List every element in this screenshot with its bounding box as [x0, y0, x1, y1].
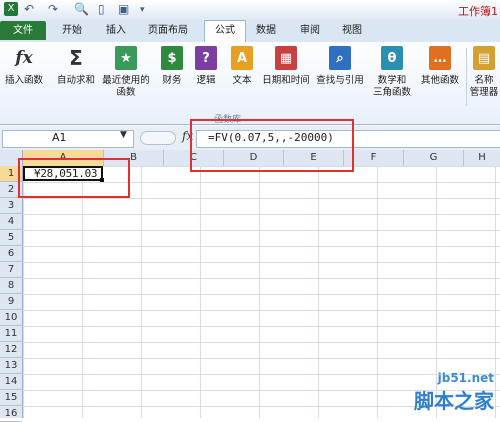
row-header-15[interactable]: 15	[0, 390, 22, 406]
lookup-reference-button[interactable]: ⌕ 查找与引用	[312, 46, 368, 87]
recently-used-button[interactable]: ★ 最近使用的 函数	[100, 46, 152, 99]
highlight-box-cell	[18, 158, 130, 198]
date-time-label: 日期和时间	[262, 75, 310, 86]
math-trig-label: 数学和	[377, 75, 407, 86]
excel-app-icon[interactable]: X	[4, 2, 18, 16]
tab-formulas[interactable]: 公式	[204, 20, 246, 42]
chevron-down-icon[interactable]: ▼	[120, 130, 127, 140]
row-header-7[interactable]: 7	[0, 262, 22, 278]
star-book-icon: ★	[115, 46, 137, 70]
save-icon[interactable]: ▣	[118, 2, 129, 16]
column-header-g[interactable]: G	[404, 150, 464, 166]
autosum-label: 自动求和	[56, 75, 95, 86]
ribbon-separator	[466, 48, 467, 106]
financial-label: 财务	[162, 75, 182, 86]
print-preview-icon[interactable]: 🔍	[74, 2, 89, 16]
fx-icon: fx	[15, 48, 33, 68]
row-header-14[interactable]: 14	[0, 374, 22, 390]
text-button[interactable]: A 文本	[226, 46, 258, 87]
row-header-3[interactable]: 3	[0, 198, 22, 214]
name-manager-label: 名称	[474, 75, 494, 86]
recently-used-label-2: 函数	[116, 87, 136, 98]
row-header-4[interactable]: 4	[0, 214, 22, 230]
row-header-8[interactable]: 8	[0, 278, 22, 294]
row-header-9[interactable]: 9	[0, 294, 22, 310]
text-label: 文本	[232, 75, 252, 86]
more-functions-button[interactable]: … 其他函数	[418, 46, 462, 87]
row-header-12[interactable]: 12	[0, 342, 22, 358]
watermark: jb51.net 脚本之家	[414, 371, 494, 414]
formula-bar-resize-handle[interactable]	[140, 131, 176, 145]
row-header-5[interactable]: 5	[0, 230, 22, 246]
watermark-site-name: 脚本之家	[414, 389, 494, 413]
logical-button[interactable]: ? 逻辑	[190, 46, 222, 87]
tab-review[interactable]: 审阅	[294, 21, 326, 40]
redo-icon[interactable]: ↷	[48, 2, 58, 16]
more-functions-label: 其他函数	[420, 75, 459, 86]
logical-label: 逻辑	[196, 75, 216, 86]
tab-page-layout[interactable]: 页面布局	[142, 21, 194, 40]
sigma-icon: Σ	[69, 46, 83, 70]
row-header-13[interactable]: 13	[0, 358, 22, 374]
name-box-value: A1	[52, 131, 67, 144]
name-manager-button[interactable]: ▤ 名称 管理器	[468, 46, 500, 99]
lookup-reference-label: 查找与引用	[316, 75, 364, 86]
date-book-icon: ▦	[275, 46, 297, 70]
more-book-icon: …	[429, 46, 451, 70]
tab-insert[interactable]: 插入	[100, 21, 132, 40]
customize-icon[interactable]: ▾	[140, 5, 145, 15]
row-header-11[interactable]: 11	[0, 326, 22, 342]
recently-used-label: 最近使用的	[102, 75, 150, 86]
row-header-10[interactable]: 10	[0, 310, 22, 326]
tab-view[interactable]: 视图	[336, 21, 368, 40]
window-title: 工作簿1	[458, 5, 498, 18]
math-book-icon: θ	[381, 46, 403, 70]
finance-book-icon: $	[161, 46, 183, 70]
name-manager-icon: ▤	[473, 46, 495, 70]
logic-book-icon: ?	[195, 46, 217, 70]
watermark-url: jb51.net	[437, 371, 494, 385]
tab-data[interactable]: 数据	[250, 21, 282, 40]
date-time-button[interactable]: ▦ 日期和时间	[258, 46, 314, 87]
math-trig-label-2: 三角函数	[372, 87, 411, 98]
name-manager-label-2: 管理器	[469, 87, 499, 98]
tab-file[interactable]: 文件	[0, 21, 46, 40]
new-doc-icon[interactable]: ▯	[98, 2, 105, 16]
insert-function-button[interactable]: fx 插入函数	[2, 46, 46, 87]
tab-home[interactable]: 开始	[56, 21, 88, 40]
text-book-icon: A	[231, 46, 253, 70]
insert-function-label: 插入函数	[4, 75, 43, 86]
undo-icon[interactable]: ↶	[24, 2, 34, 16]
lookup-book-icon: ⌕	[329, 46, 351, 70]
highlight-box-formula	[190, 119, 354, 172]
financial-button[interactable]: $ 财务	[156, 46, 188, 87]
math-trig-button[interactable]: θ 数学和 三角函数	[368, 46, 416, 99]
name-box[interactable]	[2, 130, 134, 148]
column-header-h[interactable]: H	[464, 150, 500, 166]
row-header-16[interactable]: 16	[0, 406, 22, 422]
row-header-6[interactable]: 6	[0, 246, 22, 262]
autosum-button[interactable]: Σ 自动求和	[54, 46, 98, 87]
